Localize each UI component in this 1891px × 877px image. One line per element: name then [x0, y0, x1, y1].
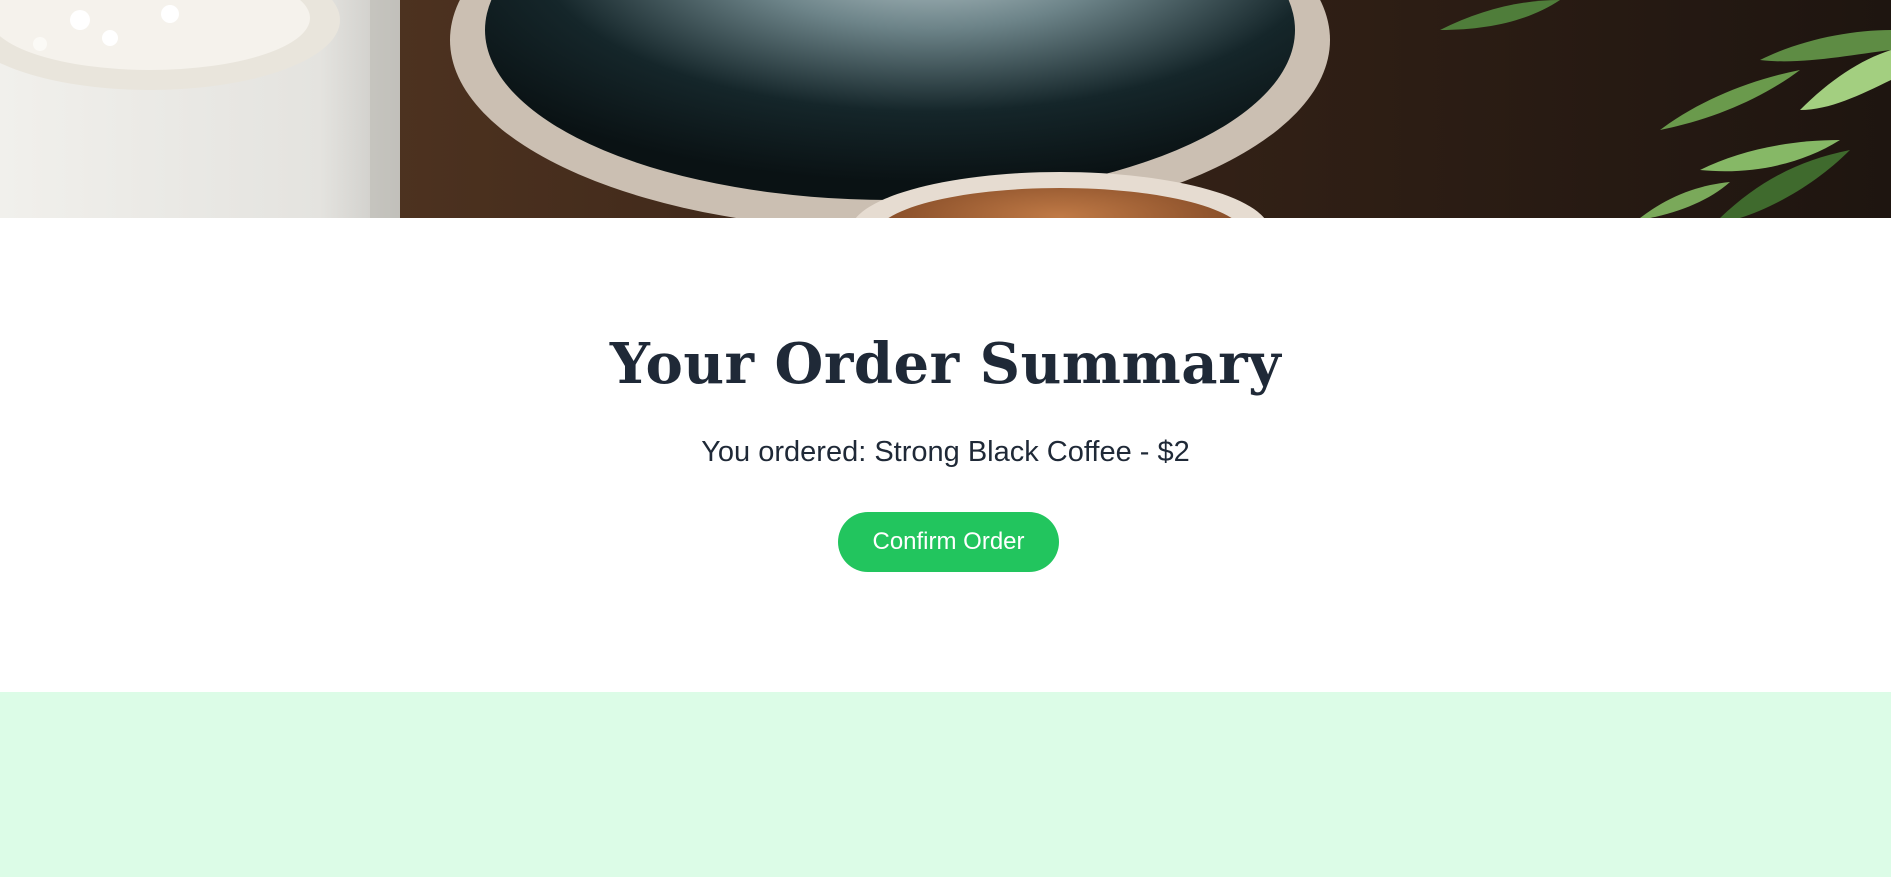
order-details: You ordered: Strong Black Coffee - $2 — [701, 436, 1190, 468]
coffee-cups-photo — [0, 0, 1891, 218]
order-summary-section: Your Order Summary You ordered: Strong B… — [0, 218, 1891, 692]
confirm-order-button[interactable]: Confirm Order — [838, 512, 1059, 572]
footer-band — [0, 692, 1891, 877]
page-title: Your Order Summary — [609, 331, 1282, 397]
hero-banner — [0, 0, 1891, 218]
